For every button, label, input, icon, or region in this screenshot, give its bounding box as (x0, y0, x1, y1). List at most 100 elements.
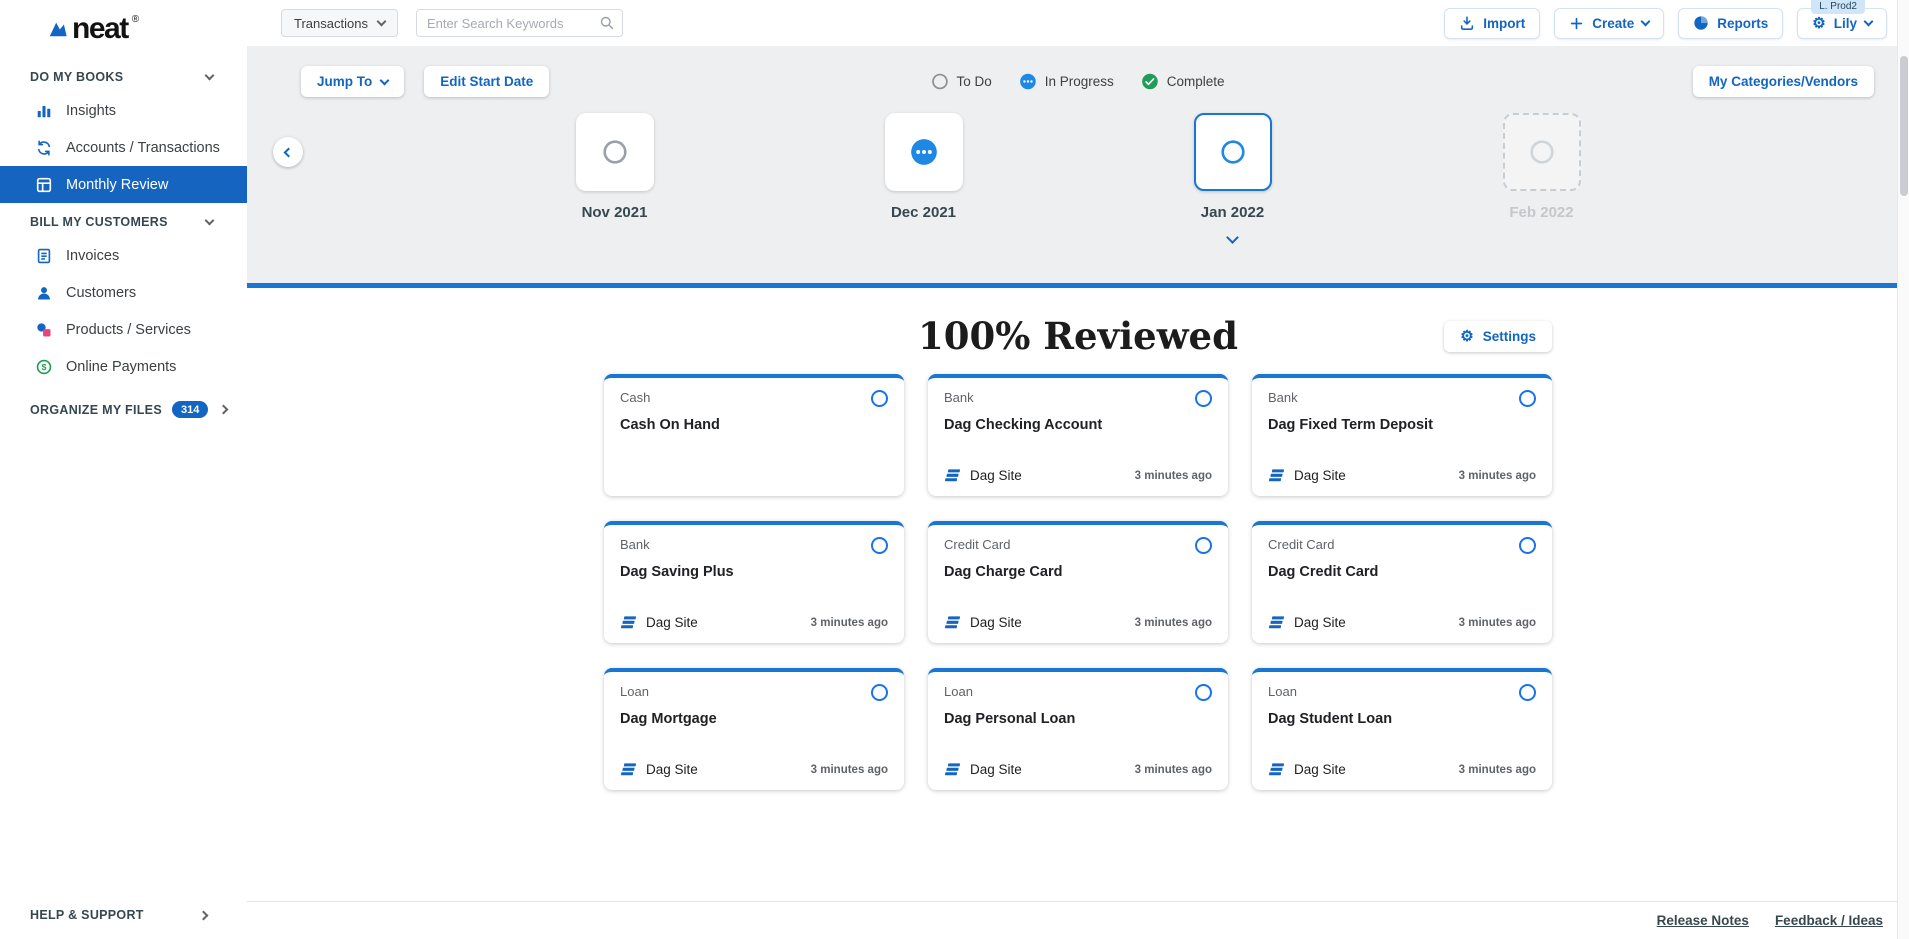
bank-icon (944, 614, 961, 631)
review-panel-inner: 100% Reviewed ⚙ Settings Cash Cash On Ha… (604, 314, 1552, 790)
month-card-selected[interactable] (1194, 113, 1272, 191)
search-input[interactable] (416, 9, 623, 37)
reports-button[interactable]: Reports (1678, 8, 1783, 39)
account-card[interactable]: Bank Dag Saving Plus Dag Site 3 minutes … (604, 521, 904, 643)
account-card[interactable]: Bank Dag Checking Account Dag Site 3 min… (928, 374, 1228, 496)
account-source: Dag Site (1268, 467, 1346, 484)
account-card[interactable]: Bank Dag Fixed Term Deposit Dag Site 3 m… (1252, 374, 1552, 496)
review-radio[interactable] (1195, 537, 1212, 554)
todo-circle-icon (1220, 139, 1246, 165)
review-panel: 100% Reviewed ⚙ Settings Cash Cash On Ha… (247, 288, 1909, 901)
account-card[interactable]: Credit Card Dag Credit Card Dag Site 3 m… (1252, 521, 1552, 643)
month-feb-2022: Feb 2022 (1503, 113, 1581, 247)
review-radio[interactable] (1519, 537, 1536, 554)
account-card[interactable]: Loan Dag Student Loan Dag Site 3 minutes… (1252, 668, 1552, 790)
search-box (416, 9, 623, 37)
account-name: Dag Mortgage (620, 711, 888, 727)
sidebar-item-online-payments[interactable]: $ Online Payments (0, 348, 247, 385)
environment-chip: L. Prod2 (1811, 0, 1865, 14)
settings-button[interactable]: ⚙ Settings (1444, 321, 1552, 352)
chevron-down-icon (376, 17, 386, 27)
review-radio[interactable] (871, 684, 888, 701)
section-do-my-books[interactable]: DO MY BOOKS (0, 58, 247, 92)
import-button[interactable]: Import (1444, 8, 1540, 39)
account-source: Dag Site (944, 614, 1022, 631)
account-updated-label: 3 minutes ago (1135, 617, 1212, 629)
chevron-down-icon (380, 75, 390, 85)
review-radio[interactable] (1519, 684, 1536, 701)
scrollbar-thumb[interactable] (1900, 56, 1908, 196)
account-card[interactable]: Cash Cash On Hand (604, 374, 904, 496)
settings-label: Settings (1483, 329, 1536, 344)
month-nov-2021[interactable]: Nov 2021 (576, 113, 654, 247)
legend-to-do[interactable]: To Do (931, 73, 991, 90)
bank-icon (1268, 614, 1285, 631)
legend-in-progress-label: In Progress (1045, 74, 1114, 89)
expand-month-button[interactable] (1228, 229, 1237, 247)
review-radio[interactable] (871, 537, 888, 554)
sidebar-item-insights[interactable]: Insights (0, 92, 247, 129)
section-bill-my-customers[interactable]: BILL MY CUSTOMERS (0, 203, 247, 237)
sidebar-item-accounts-transactions[interactable]: Accounts / Transactions (0, 129, 247, 166)
account-name: Dag Personal Loan (944, 711, 1212, 727)
review-radio[interactable] (1195, 684, 1212, 701)
account-card-head: Credit Card (1268, 537, 1536, 554)
page-footer: Release Notes Feedback / Ideas (247, 901, 1909, 939)
legend-complete[interactable]: Complete (1142, 73, 1225, 90)
account-card-foot: Dag Site 3 minutes ago (1268, 761, 1536, 778)
section-bill-my-customers-label: BILL MY CUSTOMERS (30, 215, 168, 229)
my-categories-vendors-button[interactable]: My Categories/Vendors (1693, 66, 1874, 97)
account-source: Dag Site (1268, 614, 1346, 631)
sidebar-item-invoices[interactable]: Invoices (0, 237, 247, 274)
review-radio[interactable] (1195, 390, 1212, 407)
svg-text:$: $ (42, 362, 47, 372)
review-radio[interactable] (1519, 390, 1536, 407)
my-categories-vendors-label: My Categories/Vendors (1709, 74, 1858, 89)
sidebar-item-label: Products / Services (66, 322, 191, 338)
main-column: Transactions Import (247, 0, 1909, 939)
account-card[interactable]: Loan Dag Personal Loan Dag Site 3 minute… (928, 668, 1228, 790)
account-card-head: Cash (620, 390, 888, 407)
todo-circle-icon (931, 73, 948, 90)
search-icon[interactable] (599, 15, 615, 31)
chevron-right-icon (219, 405, 229, 415)
sidebar-item-organize-my-files[interactable]: ORGANIZE MY FILES 314 (0, 385, 247, 428)
account-type-label: Loan (1268, 684, 1297, 699)
release-notes-link[interactable]: Release Notes (1657, 913, 1749, 928)
account-name: Cash On Hand (620, 417, 888, 433)
account-card-foot: Dag Site 3 minutes ago (620, 761, 888, 778)
sidebar-item-customers[interactable]: Customers (0, 274, 247, 311)
account-source-label: Dag Site (646, 762, 698, 777)
sidebar-item-monthly-review[interactable]: Monthly Review (0, 166, 247, 203)
review-radio[interactable] (871, 390, 888, 407)
todo-circle-icon (602, 139, 628, 165)
invoice-document-icon (34, 246, 54, 266)
edit-start-date-button[interactable]: Edit Start Date (424, 66, 549, 97)
account-card[interactable]: Credit Card Dag Charge Card Dag Site 3 m… (928, 521, 1228, 643)
account-source-label: Dag Site (1294, 615, 1346, 630)
sidebar-item-help-support[interactable]: HELP & SUPPORT (0, 891, 247, 939)
account-name: Dag Student Loan (1268, 711, 1536, 727)
bank-icon (944, 467, 961, 484)
month-card[interactable] (576, 113, 654, 191)
account-source-label: Dag Site (646, 615, 698, 630)
account-card[interactable]: Loan Dag Mortgage Dag Site 3 minutes ago (604, 668, 904, 790)
feedback-ideas-link[interactable]: Feedback / Ideas (1775, 913, 1883, 928)
sidebar-item-products-services[interactable]: Products / Services (0, 311, 247, 348)
create-button[interactable]: Create (1554, 8, 1664, 39)
bank-icon (620, 614, 637, 631)
previous-months-button[interactable] (273, 137, 303, 167)
account-type-label: Bank (620, 537, 650, 552)
page-scrollbar[interactable] (1897, 0, 1909, 939)
account-card-head: Loan (944, 684, 1212, 701)
neat-logo[interactable]: neat ® (0, 0, 247, 58)
month-jan-2022[interactable]: Jan 2022 (1194, 113, 1272, 247)
board-frame-icon (34, 175, 54, 195)
scope-select[interactable]: Transactions (281, 9, 398, 37)
month-dec-2021[interactable]: Dec 2021 (885, 113, 963, 247)
jump-to-button[interactable]: Jump To (301, 66, 404, 97)
account-updated-label: 3 minutes ago (1459, 764, 1536, 776)
month-card[interactable] (885, 113, 963, 191)
legend-in-progress[interactable]: In Progress (1020, 73, 1114, 90)
nav-bill-my-customers: Invoices Customers Products / Services $… (0, 237, 247, 385)
